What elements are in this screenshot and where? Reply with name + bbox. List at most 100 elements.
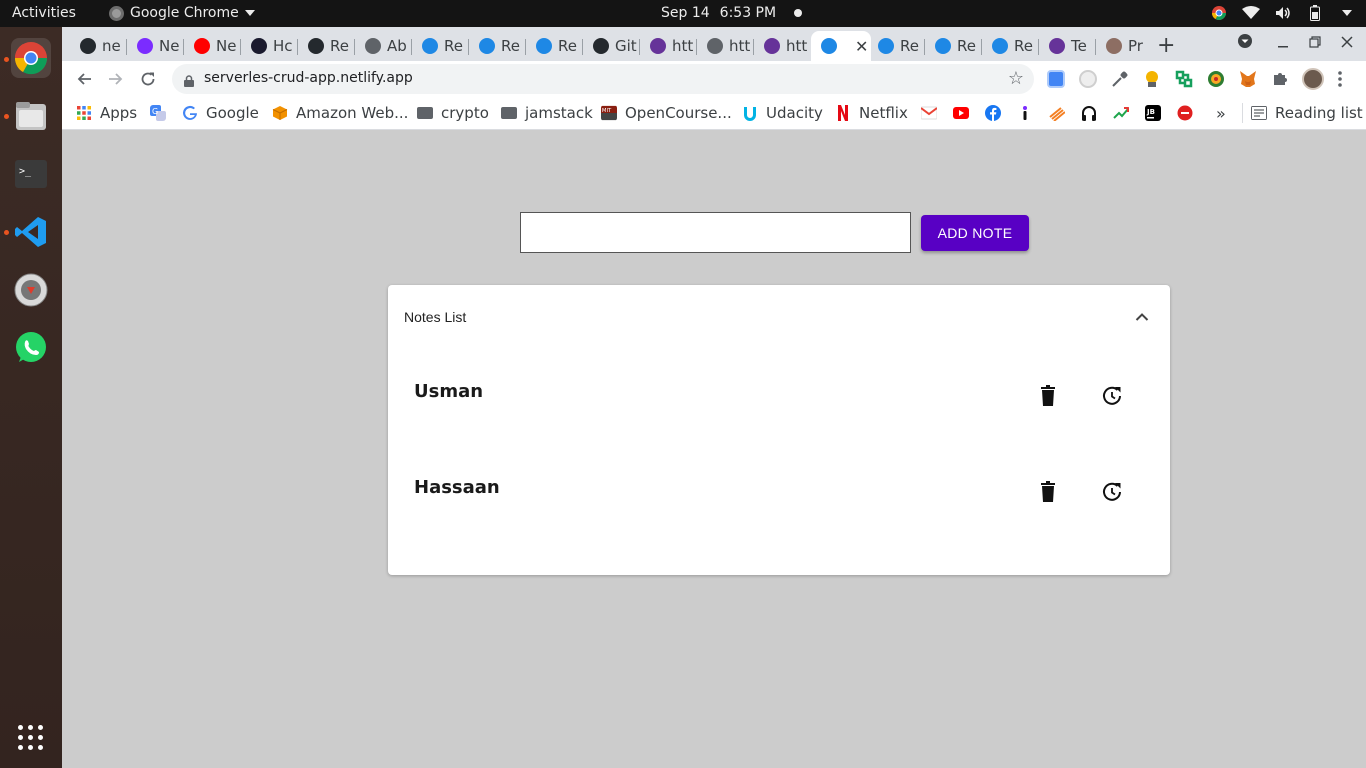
tab-item[interactable]: ✕ [811, 31, 871, 61]
restore-icon[interactable] [1309, 33, 1321, 52]
lock-icon[interactable] [184, 72, 194, 87]
power-menu-caret-icon[interactable] [1338, 4, 1356, 22]
update-icon[interactable] [1101, 481, 1123, 503]
bookmark-apps[interactable]: Apps [76, 103, 137, 123]
tab-item[interactable]: Pr [1096, 31, 1153, 61]
tab-item[interactable]: Hc [241, 31, 298, 61]
app-menu[interactable]: Google Chrome [109, 5, 255, 21]
back-button[interactable] [73, 68, 95, 90]
close-window-icon[interactable] [1341, 33, 1353, 52]
tab-label: Re [330, 37, 349, 55]
tab-item[interactable]: Re [412, 31, 469, 61]
bookmark-folder-jamstack[interactable]: jamstack [501, 103, 593, 123]
facebook-icon [985, 105, 1001, 121]
extensions-puzzle-icon[interactable] [1271, 70, 1289, 88]
tab-label: htt [786, 37, 808, 55]
system-tray[interactable] [1210, 4, 1356, 22]
eyedropper-extension-icon[interactable] [1111, 70, 1129, 88]
extension-icon[interactable] [1079, 70, 1097, 88]
bookmark-red[interactable] [1177, 103, 1193, 123]
ion-icon [1023, 106, 1027, 120]
address-bar[interactable]: serverles-crud-app.netlify.app ☆ [172, 64, 1034, 94]
tab-item[interactable]: Git [583, 31, 640, 61]
wifi-icon[interactable] [1242, 4, 1260, 22]
battery-icon[interactable] [1306, 4, 1324, 22]
metamask-fox-icon[interactable] [1239, 70, 1257, 88]
update-icon[interactable] [1101, 385, 1123, 407]
tab-item[interactable]: Ne [184, 31, 241, 61]
tab-search-icon[interactable] [1237, 33, 1253, 53]
delete-icon[interactable] [1038, 385, 1058, 407]
apps-grid-icon[interactable] [18, 725, 44, 751]
bookmark-star-icon[interactable]: ☆ [1008, 68, 1024, 89]
reading-list-button[interactable]: Reading list [1242, 103, 1363, 123]
new-tab-button[interactable]: + [1157, 33, 1175, 58]
bookmark-google[interactable]: Google [182, 103, 259, 123]
extension-icon[interactable] [1207, 70, 1225, 88]
bookmark-ion[interactable] [1017, 103, 1033, 123]
notes-list-title[interactable]: Notes List [404, 309, 466, 325]
tab-item[interactable]: htt [754, 31, 811, 61]
bookmark-youtube[interactable] [953, 103, 969, 123]
bookmark-netflix[interactable]: Netflix [835, 103, 908, 123]
chrome-tray-icon[interactable] [1210, 4, 1228, 22]
chrome-menu-icon[interactable] [1337, 70, 1343, 88]
page-content: ADD NOTE Notes List Usman Hassaan [62, 131, 1366, 768]
chrome-icon[interactable] [11, 38, 51, 78]
tab-item[interactable]: htt [640, 31, 697, 61]
bookmark-folder-crypto[interactable]: crypto [417, 103, 489, 123]
note-text: Usman [414, 381, 484, 402]
minimize-icon[interactable] [1277, 33, 1289, 52]
folder-icon [501, 107, 517, 119]
tab-item[interactable]: Re [868, 31, 925, 61]
tab-item[interactable]: htt [697, 31, 754, 61]
red-circle-icon [1177, 105, 1193, 121]
forward-button[interactable] [105, 68, 127, 90]
activities-button[interactable]: Activities [12, 5, 76, 21]
tab-item[interactable]: Ab [355, 31, 412, 61]
tab-item[interactable]: Re [982, 31, 1039, 61]
files-icon[interactable] [11, 96, 51, 136]
tab-label: Re [900, 37, 919, 55]
bookmark-headphones[interactable] [1081, 103, 1097, 123]
vscode-icon[interactable] [11, 212, 51, 252]
tab-item[interactable]: Re [925, 31, 982, 61]
udacity-icon [744, 107, 756, 121]
bookmark-translate[interactable]: G [150, 103, 166, 123]
extension-icon[interactable] [1047, 70, 1065, 88]
react-icon [992, 38, 1008, 54]
github-icon [593, 38, 609, 54]
tab-item[interactable]: Te [1039, 31, 1096, 61]
bookmark-ocw[interactable]: MIT OpenCourse... [601, 103, 732, 123]
whatsapp-icon[interactable] [11, 328, 51, 368]
bookmark-facebook[interactable] [985, 103, 1001, 123]
bookmark-trend[interactable] [1113, 103, 1129, 123]
reload-button[interactable] [137, 68, 159, 90]
terminal-icon[interactable]: >_ [11, 154, 51, 194]
bookmark-aws[interactable]: Amazon Web... [272, 103, 408, 123]
installer-icon[interactable] [11, 270, 51, 310]
bookmark-jetbrains[interactable]: JB [1145, 103, 1161, 123]
profile-avatar[interactable] [1302, 68, 1324, 90]
bookmark-gmail[interactable] [921, 103, 937, 123]
note-input[interactable] [520, 212, 911, 253]
clock[interactable]: Sep 14 6:53 PM [661, 5, 803, 21]
volume-icon[interactable] [1274, 4, 1292, 22]
chevron-up-icon[interactable] [1134, 309, 1150, 325]
extension-icon[interactable] [1175, 70, 1193, 88]
close-tab-icon[interactable]: ✕ [855, 37, 868, 56]
bookmark-stack[interactable] [1049, 103, 1065, 123]
tab-item[interactable]: ne [70, 31, 127, 61]
delete-icon[interactable] [1038, 481, 1058, 503]
ion-icon [137, 38, 153, 54]
tab-item[interactable]: Ne [127, 31, 184, 61]
tab-item[interactable]: Re [469, 31, 526, 61]
tab-item[interactable]: Re [526, 31, 583, 61]
extension-icon[interactable] [1143, 70, 1161, 88]
reading-list-label: Reading list [1275, 104, 1363, 122]
bookmarks-overflow-button[interactable]: » [1216, 103, 1226, 123]
bookmark-udacity[interactable]: Udacity [742, 103, 823, 123]
translate-icon: G [150, 105, 166, 121]
add-note-button[interactable]: ADD NOTE [921, 215, 1029, 251]
tab-item[interactable]: Re [298, 31, 355, 61]
